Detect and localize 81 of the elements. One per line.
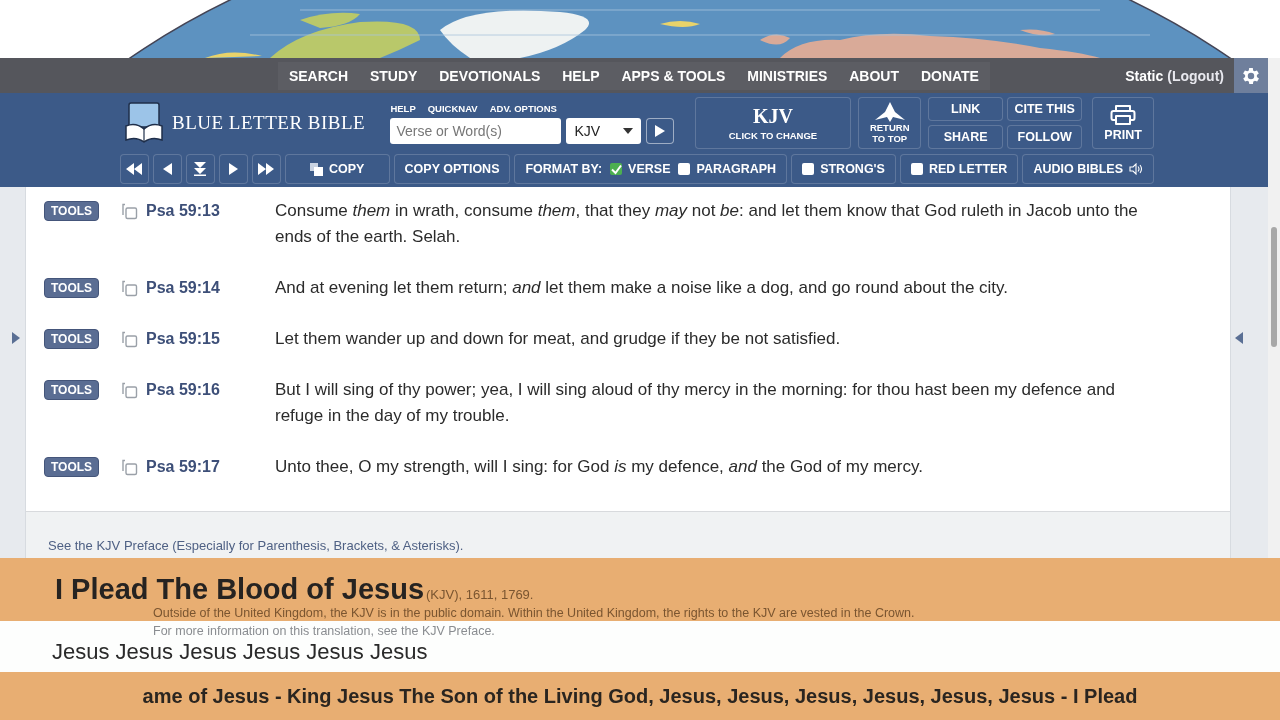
nav-link[interactable]: STUDY — [365, 67, 422, 84]
format-checkbox[interactable]: VERSE — [610, 162, 671, 176]
verse-text: But I will sing of thy power; yea, I will sing aloud of thy mercy in the morning: for thou hast been my defence and refuge in the day of my trouble. — [275, 379, 1117, 427]
version-select[interactable]: KJV — [566, 117, 642, 144]
previous-icon — [162, 163, 172, 175]
tools-button[interactable]: TOOLS — [44, 329, 99, 349]
verse-reference[interactable]: Psa 59:15 — [146, 326, 275, 352]
audio-bibles-button[interactable]: AUDIO BIBLES — [1022, 154, 1154, 184]
action-button[interactable]: CITE THIS — [1007, 97, 1083, 121]
next-button[interactable] — [218, 154, 248, 184]
scrollbar-thumb[interactable] — [1271, 227, 1277, 347]
nav-link[interactable]: SEARCH — [284, 67, 353, 84]
user-name: Static — [1125, 67, 1164, 84]
copy-icon[interactable] — [121, 331, 138, 348]
go-button[interactable] — [646, 117, 675, 144]
header-link[interactable]: HELP — [390, 102, 416, 114]
nav-link[interactable]: APPS & TOOLS — [617, 67, 730, 84]
lyrics-line: Jesus Jesus Jesus Jesus Jesus Jesus — [52, 638, 429, 666]
tools-button[interactable]: TOOLS — [44, 457, 99, 477]
down-button[interactable] — [185, 154, 215, 184]
tools-button[interactable]: TOOLS — [44, 380, 99, 400]
verse-text: And at evening let them return; and let them make a noise like a dog, and go round about the city. — [275, 277, 1010, 299]
collapse-arrow-icon[interactable] — [1235, 332, 1243, 344]
nav-link[interactable]: DONATE — [916, 67, 983, 84]
verse-reference[interactable]: Psa 59:16 — [146, 377, 275, 403]
scrollbar[interactable] — [1268, 58, 1280, 93]
format-label: FORMAT BY: — [525, 162, 603, 176]
verse-text: Consume them in wrath, consume them, that they may not be: and let them know that God ruleth in Jacob unto the ends of the earth. Selah. — [275, 200, 1139, 248]
nav-link[interactable]: ABOUT — [845, 67, 903, 84]
verse-reference[interactable]: Psa 59:13 — [146, 198, 275, 224]
printer-icon — [1110, 104, 1137, 126]
scrollbar[interactable] — [1268, 187, 1280, 558]
next-icon — [228, 163, 238, 175]
expand-arrow-icon[interactable] — [12, 332, 20, 344]
nav-link[interactable]: MINISTRIES — [743, 67, 832, 84]
header-link[interactable]: ADV. OPTIONS — [489, 102, 557, 114]
plane-icon — [874, 101, 905, 122]
preface-note: See the KJV Preface (Especially for Parenthesis, Brackets, & Asterisks). — [48, 538, 464, 553]
version-button[interactable]: KJV CLICK TO CHANGE — [694, 97, 852, 149]
verse-reference[interactable]: Psa 59:17 — [146, 454, 275, 480]
double-down-icon — [194, 162, 207, 176]
play-icon — [655, 124, 666, 137]
ticker-text: ame of Jesus - King Jesus The Son of the Living God, Jesus, Jesus, Jesus, Jesus, Jesus, Jesus - I Plead — [142, 684, 1138, 708]
bible-logo-icon — [124, 102, 164, 144]
copy-icon[interactable] — [121, 280, 138, 297]
return-to-top-button[interactable]: RETURN TO TOP — [858, 97, 922, 149]
rewind-icon — [126, 163, 143, 175]
header-link[interactable]: QUICKNAV — [427, 102, 478, 114]
verse-reference[interactable]: Psa 59:14 — [146, 275, 275, 301]
copyright-text: For more information on this translation, see the KJV Preface. — [152, 624, 496, 638]
nav-link[interactable]: DEVOTIONALS — [435, 67, 545, 84]
copy-icon[interactable] — [121, 203, 138, 220]
site-name: BLUE LETTER BIBLE — [172, 112, 366, 134]
format-checkbox[interactable]: PARAGRAPH — [678, 162, 777, 176]
settings-button[interactable] — [1234, 58, 1268, 93]
action-button[interactable]: FOLLOW — [1007, 125, 1083, 149]
copy-icon[interactable] — [121, 459, 138, 476]
fast-forward-icon — [258, 163, 275, 175]
print-button[interactable]: PRINT — [1092, 97, 1154, 149]
previous-button[interactable] — [152, 154, 182, 184]
last-button[interactable] — [251, 154, 281, 184]
logout-link[interactable]: (Logout) — [1167, 67, 1224, 84]
song-title: I Plead The Blood of Jesus — [55, 572, 424, 606]
copyright-text: (KJV), 1611, 1769. — [426, 587, 534, 602]
check-icon — [610, 163, 622, 175]
speaker-icon — [1129, 163, 1143, 175]
action-button[interactable]: SHARE — [928, 125, 1004, 149]
copy-icon — [309, 162, 323, 176]
nav-link[interactable]: HELP — [558, 67, 604, 84]
first-button[interactable] — [120, 154, 149, 184]
verse-text: Let them wander up and down for meat, and grudge if they be not satisfied. — [275, 328, 842, 350]
copy-icon[interactable] — [121, 382, 138, 399]
tools-button[interactable]: TOOLS — [44, 278, 99, 298]
verse-text: Unto thee, O my strength, will I sing: for God is my defence, and the God of my mercy. — [275, 456, 924, 478]
copyright-text: Outside of the United Kingdom, the KJV is in the public domain. Within the United Kingdom, the rights to the KJV are vested in the Crown. — [152, 606, 916, 620]
copy-button[interactable]: COPY — [284, 154, 390, 184]
tools-button[interactable]: TOOLS — [44, 201, 99, 221]
caret-icon — [623, 127, 634, 134]
copy-options-button[interactable]: COPY OPTIONS — [393, 154, 511, 184]
search-field[interactable]: Verse or Word(s) — [390, 117, 562, 144]
action-button[interactable]: LINK — [928, 97, 1004, 121]
